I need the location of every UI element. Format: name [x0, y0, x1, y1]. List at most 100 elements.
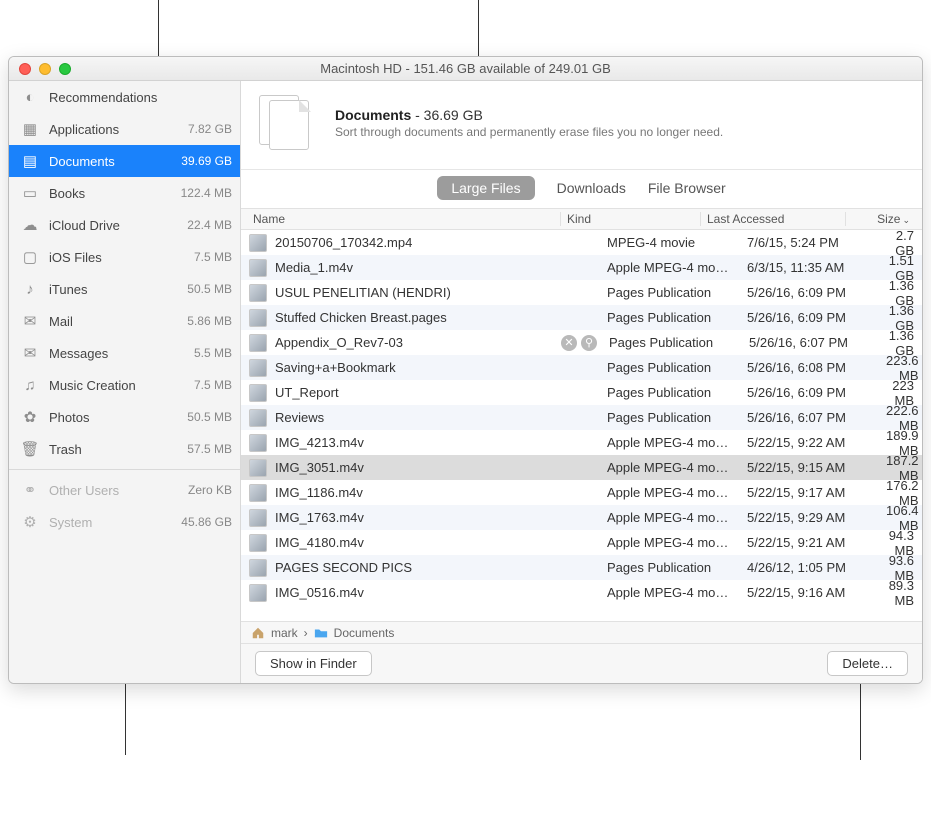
sidebar-item-size: 122.4 MB: [181, 186, 232, 200]
sidebar-item-books[interactable]: ▭Books122.4 MB: [9, 177, 240, 209]
callout-leader: [158, 0, 159, 56]
tab-downloads[interactable]: Downloads: [557, 180, 626, 196]
sidebar-item-other-users[interactable]: ⚭Other UsersZero KB: [9, 474, 240, 506]
trash-icon: 🗑: [21, 440, 39, 458]
gear-icon: ⚙: [21, 513, 39, 531]
file-row[interactable]: IMG_4213.m4vApple MPEG-4 mo…5/22/15, 9:2…: [241, 430, 922, 455]
book-icon: ▭: [21, 184, 39, 202]
column-kind[interactable]: Kind: [561, 212, 701, 226]
path-folder[interactable]: Documents: [334, 626, 395, 640]
file-row[interactable]: ReviewsPages Publication5/26/16, 6:07 PM…: [241, 405, 922, 430]
sidebar-item-size: 7.5 MB: [194, 250, 232, 264]
file-row[interactable]: Media_1.m4vApple MPEG-4 mo…6/3/15, 11:35…: [241, 255, 922, 280]
documents-icon: [259, 95, 319, 151]
file-row[interactable]: PAGES SECOND PICSPages Publication4/26/1…: [241, 555, 922, 580]
file-thumbnail-icon: [249, 584, 267, 602]
file-row[interactable]: IMG_3051.m4vApple MPEG-4 mo…5/22/15, 9:1…: [241, 455, 922, 480]
column-last-accessed[interactable]: Last Accessed: [701, 212, 846, 226]
quicklook-icon[interactable]: ⚲: [581, 335, 597, 351]
file-last-accessed: 5/26/16, 6:09 PM: [741, 285, 886, 300]
file-row[interactable]: IMG_0516.m4vApple MPEG-4 mo…5/22/15, 9:1…: [241, 580, 922, 605]
sidebar-item-photos[interactable]: ✿Photos50.5 MB: [9, 401, 240, 433]
file-kind: Apple MPEG-4 mo…: [601, 485, 741, 500]
delete-button[interactable]: Delete…: [827, 651, 908, 676]
file-name: Stuffed Chicken Breast.pages: [275, 310, 561, 325]
file-last-accessed: 6/3/15, 11:35 AM: [741, 260, 886, 275]
footer: Show in Finder Delete…: [241, 643, 922, 683]
column-name[interactable]: Name: [249, 212, 561, 226]
sidebar-item-ios-files[interactable]: ▢iOS Files7.5 MB: [9, 241, 240, 273]
file-list: 20150706_170342.mp4MPEG-4 movie7/6/15, 5…: [241, 230, 922, 621]
sidebar-item-size: 7.82 GB: [188, 122, 232, 136]
sidebar-item-size: 50.5 MB: [187, 410, 232, 424]
file-name: PAGES SECOND PICS: [275, 560, 561, 575]
file-name: USUL PENELITIAN (HENDRI): [275, 285, 561, 300]
sidebar-item-music-creation[interactable]: ♫Music Creation7.5 MB: [9, 369, 240, 401]
tab-large-files[interactable]: Large Files: [437, 176, 534, 200]
sidebar-item-size: 5.5 MB: [194, 346, 232, 360]
sidebar-item-label: Applications: [49, 122, 188, 137]
sidebar-item-label: Documents: [49, 154, 181, 169]
flower-icon: ✿: [21, 408, 39, 426]
sidebar-item-label: Other Users: [49, 483, 188, 498]
sort-indicator-icon: ⌄: [902, 215, 910, 225]
sidebar-item-label: Trash: [49, 442, 187, 457]
file-name: IMG_0516.m4v: [275, 585, 561, 600]
file-thumbnail-icon: [249, 484, 267, 502]
file-name: IMG_3051.m4v: [275, 460, 561, 475]
minimize-window-button[interactable]: [39, 63, 51, 75]
zoom-window-button[interactable]: [59, 63, 71, 75]
view-tabs: Large Files Downloads File Browser: [241, 170, 922, 208]
sidebar-item-label: Mail: [49, 314, 187, 329]
file-name: IMG_1186.m4v: [275, 485, 561, 500]
sidebar-item-mail[interactable]: ✉Mail5.86 MB: [9, 305, 240, 337]
sidebar-item-system[interactable]: ⚙System45.86 GB: [9, 506, 240, 538]
file-thumbnail-icon: [249, 259, 267, 277]
category-subtitle: Sort through documents and permanently e…: [335, 125, 723, 139]
callout-leader: [860, 680, 861, 760]
lightbulb-icon: ◐: [21, 88, 39, 106]
sidebar-item-icloud-drive[interactable]: ☁iCloud Drive22.4 MB: [9, 209, 240, 241]
file-row[interactable]: Stuffed Chicken Breast.pagesPages Public…: [241, 305, 922, 330]
titlebar: Macintosh HD - 151.46 GB available of 24…: [9, 57, 922, 81]
file-row[interactable]: IMG_1186.m4vApple MPEG-4 mo…5/22/15, 9:1…: [241, 480, 922, 505]
sidebar-item-label: System: [49, 515, 181, 530]
sidebar-item-messages[interactable]: ✉Messages5.5 MB: [9, 337, 240, 369]
column-size[interactable]: Size⌄: [846, 212, 914, 226]
sidebar-item-documents[interactable]: ▤Documents39.69 GB: [9, 145, 240, 177]
sidebar-item-trash[interactable]: 🗑Trash57.5 MB: [9, 433, 240, 465]
sidebar-item-size: Zero KB: [188, 483, 232, 497]
file-row[interactable]: IMG_1763.m4vApple MPEG-4 mo…5/22/15, 9:2…: [241, 505, 922, 530]
column-headers: Name Kind Last Accessed Size⌄: [241, 208, 922, 230]
path-user[interactable]: mark: [271, 626, 298, 640]
file-thumbnail-icon: [249, 284, 267, 302]
file-row[interactable]: Saving+a+BookmarkPages Publication5/26/1…: [241, 355, 922, 380]
file-row[interactable]: USUL PENELITIAN (HENDRI)Pages Publicatio…: [241, 280, 922, 305]
file-kind: Apple MPEG-4 mo…: [601, 510, 741, 525]
file-thumbnail-icon: [249, 559, 267, 577]
sidebar-item-label: Music Creation: [49, 378, 194, 393]
cloud-icon: ☁: [21, 216, 39, 234]
file-thumbnail-icon: [249, 434, 267, 452]
file-row[interactable]: UT_ReportPages Publication5/26/16, 6:09 …: [241, 380, 922, 405]
tab-file-browser[interactable]: File Browser: [648, 180, 726, 196]
file-last-accessed: 5/26/16, 6:07 PM: [741, 410, 886, 425]
sidebar-item-size: 5.86 MB: [187, 314, 232, 328]
file-row[interactable]: 20150706_170342.mp4MPEG-4 movie7/6/15, 5…: [241, 230, 922, 255]
folder-icon[interactable]: [314, 626, 328, 640]
home-icon[interactable]: [251, 626, 265, 640]
file-row[interactable]: IMG_4180.m4vApple MPEG-4 mo…5/22/15, 9:2…: [241, 530, 922, 555]
sidebar-item-size: 7.5 MB: [194, 378, 232, 392]
file-name: Appendix_O_Rev7-03: [275, 335, 561, 350]
close-window-button[interactable]: [19, 63, 31, 75]
remove-icon[interactable]: ✕: [561, 335, 577, 351]
file-name: IMG_4213.m4v: [275, 435, 561, 450]
file-last-accessed: 5/26/16, 6:09 PM: [741, 310, 886, 325]
sidebar-item-itunes[interactable]: ♪iTunes50.5 MB: [9, 273, 240, 305]
storage-management-window: Macintosh HD - 151.46 GB available of 24…: [8, 56, 923, 684]
file-name: IMG_4180.m4v: [275, 535, 561, 550]
file-row[interactable]: Appendix_O_Rev7-03✕⚲Pages Publication5/2…: [241, 330, 922, 355]
sidebar-item-recommendations[interactable]: ◐Recommendations: [9, 81, 240, 113]
sidebar-item-applications[interactable]: ▦Applications7.82 GB: [9, 113, 240, 145]
show-in-finder-button[interactable]: Show in Finder: [255, 651, 372, 676]
